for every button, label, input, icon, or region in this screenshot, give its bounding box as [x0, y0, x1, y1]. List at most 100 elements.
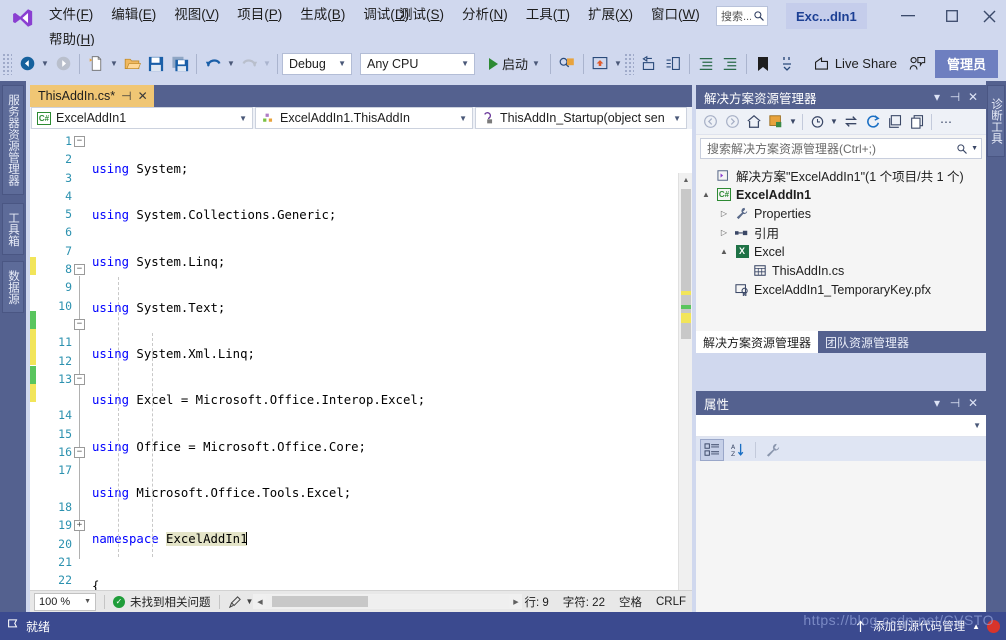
- se-collapse-all-button[interactable]: [884, 111, 906, 133]
- line-ending-indicator[interactable]: CRLF: [656, 596, 686, 608]
- solution-explorer-search-input[interactable]: 搜索解决方案资源管理器(Ctrl+;) ▼: [700, 138, 982, 159]
- solution-platform-combo[interactable]: Any CPU ▼: [360, 52, 475, 75]
- pin-icon[interactable]: ⊣: [946, 393, 964, 413]
- live-share-button[interactable]: Live Share: [805, 51, 905, 77]
- redo-button[interactable]: [237, 51, 261, 77]
- zoom-level-combo[interactable]: 100 % ▼: [34, 592, 96, 611]
- menu-build[interactable]: 生成(B): [291, 2, 354, 27]
- twisty[interactable]: ▷: [718, 209, 730, 218]
- tree-node-solution[interactable]: 解决方案"ExcelAddIn1"(1 个项目/共 1 个): [700, 166, 986, 185]
- close-icon[interactable]: ✕: [964, 87, 982, 107]
- document-tab-thisaddin[interactable]: ThisAddIn.cs* ⊣ ✕: [30, 85, 154, 107]
- tree-node-references[interactable]: ▷ 引用: [700, 223, 986, 242]
- properties-grid[interactable]: [696, 461, 986, 612]
- live-preview-button[interactable]: [588, 51, 612, 77]
- redo-dropdown[interactable]: ▼: [261, 51, 273, 77]
- close-button[interactable]: [974, 3, 1004, 29]
- pin-icon[interactable]: ⊣: [121, 89, 131, 103]
- code-editor-surface[interactable]: 1 2 3 4 5 6 7 8 9 10 11 12 13 14 15 16 1…: [30, 129, 692, 590]
- tree-node-temporary-key[interactable]: ExcelAddIn1_TemporaryKey.pfx: [700, 280, 986, 299]
- menu-edit[interactable]: 编辑(E): [102, 2, 165, 27]
- categorized-view-button[interactable]: [700, 438, 724, 461]
- dock-tab-server-explorer[interactable]: 服务器资源管理器: [2, 85, 24, 195]
- menu-extensions[interactable]: 扩展(X): [579, 2, 642, 27]
- tree-node-thisaddin-cs[interactable]: ThisAddIn.cs: [700, 261, 986, 280]
- twisty[interactable]: ▷: [718, 228, 730, 237]
- twisty[interactable]: ▲: [700, 190, 712, 199]
- editor-horizontal-scrollbar[interactable]: ◀ ▶: [253, 594, 523, 609]
- outdent-button[interactable]: [718, 51, 742, 77]
- hscroll-track[interactable]: [266, 595, 510, 608]
- hscroll-thumb[interactable]: [272, 596, 369, 607]
- se-pending-changes-button[interactable]: [806, 111, 828, 133]
- fold-collapse-namespace[interactable]: −: [74, 264, 85, 275]
- se-pending-dropdown[interactable]: ▼: [828, 111, 840, 133]
- navbar-project-combo[interactable]: C# ExcelAddIn1 ▼: [31, 107, 253, 129]
- fold-collapse-class[interactable]: −: [74, 319, 85, 330]
- indentation-indicator[interactable]: 空格: [619, 594, 642, 610]
- close-icon[interactable]: ✕: [964, 393, 982, 413]
- menu-window[interactable]: 窗口(W): [642, 2, 709, 27]
- navigate-forward-button[interactable]: [51, 51, 75, 77]
- navigate-backward-dropdown[interactable]: ▼: [39, 51, 51, 77]
- undo-button[interactable]: [201, 51, 225, 77]
- new-project-dropdown[interactable]: ▼: [108, 51, 120, 77]
- tree-node-excel-folder[interactable]: ▲ X Excel: [700, 242, 986, 261]
- navbar-type-combo[interactable]: ExcelAddIn1.ThisAddIn ▼: [255, 107, 473, 129]
- pane-dropdown-button[interactable]: ▾: [928, 87, 946, 107]
- se-switch-views-dropdown[interactable]: ▼: [787, 111, 799, 133]
- tab-team-explorer[interactable]: 团队资源管理器: [818, 331, 916, 353]
- scroll-left-arrow[interactable]: ◀: [253, 594, 266, 609]
- tab-solution-explorer[interactable]: 解决方案资源管理器: [696, 331, 819, 353]
- step-over-button[interactable]: [661, 51, 685, 77]
- toolbar-grip-2[interactable]: [623, 52, 634, 75]
- toolbar-grip[interactable]: [2, 52, 12, 75]
- editor-vertical-scrollbar[interactable]: ▲ ▼: [678, 173, 692, 590]
- project-name-chip[interactable]: Exc...dIn1: [786, 3, 867, 29]
- tree-node-project[interactable]: ▲ C# ExcelAddIn1: [700, 185, 986, 204]
- se-show-all-files-button[interactable]: [906, 111, 928, 133]
- code-text[interactable]: using System; using System.Collections.G…: [92, 132, 678, 590]
- new-project-button[interactable]: [84, 51, 108, 77]
- fold-expand-vsto[interactable]: +: [74, 520, 85, 531]
- scroll-up-arrow[interactable]: ▲: [679, 173, 692, 187]
- undo-dropdown[interactable]: ▼: [225, 51, 237, 77]
- pin-icon[interactable]: ⊣: [946, 87, 964, 107]
- save-button[interactable]: [144, 51, 168, 77]
- navbar-member-combo[interactable]: ThisAddIn_Startup(object sende ▼: [475, 107, 687, 129]
- se-overflow-button[interactable]: ⋯: [935, 111, 957, 133]
- attach-to-process-button[interactable]: [555, 51, 579, 77]
- scroll-right-arrow[interactable]: ▶: [509, 594, 522, 609]
- menu-analyze[interactable]: 分析(N): [453, 2, 517, 27]
- menu-project[interactable]: 项目(P): [228, 2, 291, 27]
- se-sync-button[interactable]: [840, 111, 862, 133]
- pane-dropdown-button[interactable]: ▾: [928, 393, 946, 413]
- dock-tab-data-sources[interactable]: 数据源: [2, 261, 24, 313]
- se-switch-views-button[interactable]: [765, 111, 787, 133]
- property-pages-button[interactable]: [761, 439, 785, 461]
- properties-object-combo[interactable]: ▼: [696, 415, 986, 437]
- feedback-button[interactable]: [905, 51, 929, 77]
- navigate-backward-button[interactable]: [15, 51, 39, 77]
- dock-tab-toolbox[interactable]: 工具箱: [2, 203, 24, 255]
- minimize-button[interactable]: [886, 3, 930, 29]
- tree-node-properties[interactable]: ▷ Properties: [700, 204, 986, 223]
- twisty[interactable]: ▲: [718, 247, 730, 256]
- close-icon[interactable]: ✕: [138, 89, 148, 103]
- se-back-button[interactable]: [699, 111, 721, 133]
- menu-test[interactable]: 测试(S): [390, 2, 453, 27]
- menu-view[interactable]: 视图(V): [165, 2, 228, 27]
- solution-configuration-combo[interactable]: Debug ▼: [282, 52, 352, 75]
- bookmark-button[interactable]: [751, 51, 775, 77]
- se-refresh-button[interactable]: [862, 111, 884, 133]
- live-preview-dropdown[interactable]: ▼: [612, 51, 624, 77]
- indent-button[interactable]: [694, 51, 718, 77]
- se-home-button[interactable]: [743, 111, 765, 133]
- se-forward-button[interactable]: [721, 111, 743, 133]
- menu-tools[interactable]: 工具(T): [517, 2, 579, 27]
- error-filter-button[interactable]: ▼: [228, 595, 253, 608]
- fold-collapse-usings[interactable]: −: [74, 136, 85, 147]
- alphabetical-view-button[interactable]: A Z: [726, 439, 750, 461]
- step-into-button[interactable]: [637, 51, 661, 77]
- chevron-down-icon[interactable]: ▼: [968, 145, 978, 152]
